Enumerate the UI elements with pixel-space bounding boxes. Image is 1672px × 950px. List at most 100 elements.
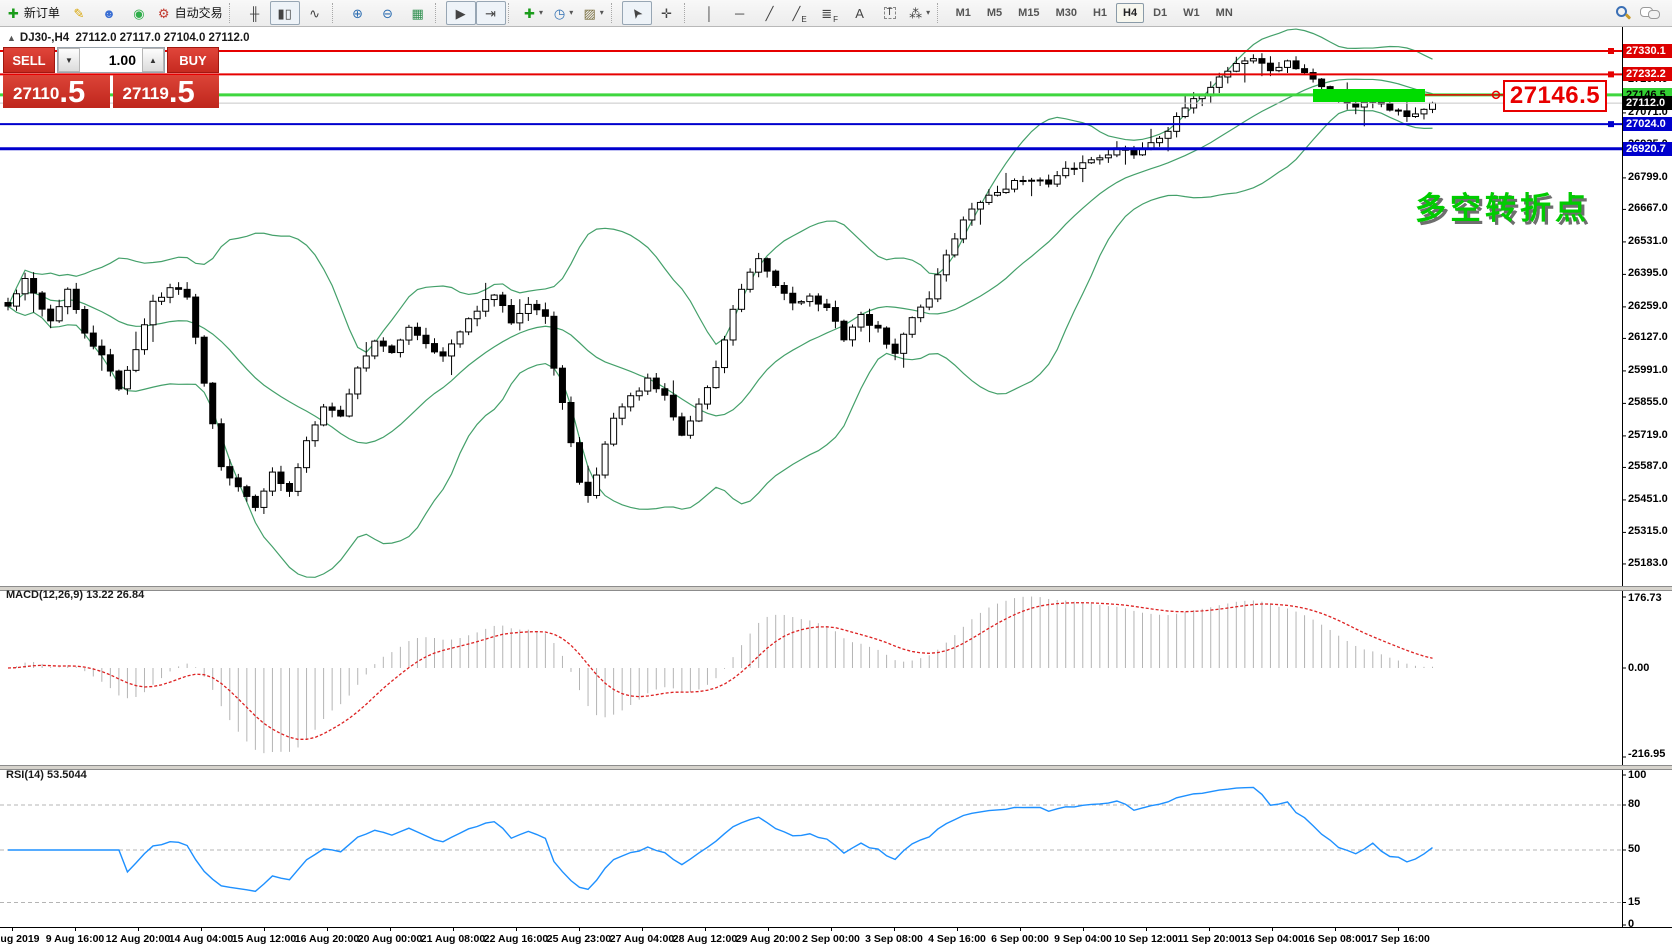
indicators-button[interactable]: ✚▾ — [519, 1, 549, 25]
level-line-marker[interactable] — [1608, 71, 1614, 77]
buy-button[interactable]: BUY — [167, 47, 219, 73]
fibonacci-button[interactable]: ≣F — [815, 1, 845, 25]
time-axis-tick — [1335, 928, 1336, 931]
candle-body — [56, 307, 62, 321]
timeframe-mn-button[interactable]: MN — [1209, 3, 1240, 23]
time-axis-label: 11 Sep 20:00 — [1177, 933, 1240, 945]
arrows-button[interactable]: ⁂▾ — [905, 1, 935, 25]
news-button[interactable]: ◉ — [124, 1, 154, 25]
candle-body — [414, 327, 420, 335]
pane-separator-rsi[interactable] — [0, 765, 1672, 770]
chart-canvas[interactable] — [0, 0, 1672, 950]
volume-stepper: ▼ 1.00 ▲ — [57, 47, 165, 73]
time-axis[interactable]: 8 Aug 20199 Aug 16:0012 Aug 20:0014 Aug … — [0, 927, 1672, 950]
candle-body — [798, 302, 804, 303]
periods-button[interactable]: ◷▾ — [549, 1, 579, 25]
arrows-icon: ⁂ — [909, 7, 922, 20]
volume-increase-button[interactable]: ▲ — [142, 48, 164, 72]
text-button[interactable]: A — [845, 1, 875, 25]
candle-body — [517, 313, 523, 322]
sell-price-panel[interactable]: 27110.5 — [3, 75, 110, 108]
vertical-line-button[interactable]: │ — [695, 1, 725, 25]
new-order-label: 新订单 — [24, 7, 60, 19]
candle-body — [534, 304, 540, 309]
equidistant-channel-button[interactable]: ╱E — [785, 1, 815, 25]
profile-button[interactable]: ☻ — [94, 1, 124, 25]
auto-scroll-button[interactable]: ▶ — [446, 1, 476, 25]
volume-value[interactable]: 1.00 — [80, 48, 142, 72]
sell-button[interactable]: SELL — [3, 47, 55, 73]
bollinger-band-line — [8, 79, 1433, 443]
candle-body — [338, 410, 344, 416]
candle-body — [841, 321, 847, 340]
styles-button[interactable]: ✎ — [64, 1, 94, 25]
search-icon[interactable] — [1614, 5, 1630, 21]
indicators-dropdown-arrow[interactable]: ▾ — [539, 9, 543, 17]
cursor-button[interactable]: ➤ — [622, 1, 652, 25]
price-level-badge: 27232.2 — [1623, 67, 1672, 81]
periods-icon: ◷ — [554, 7, 565, 20]
indicators-icon: ✚ — [524, 7, 535, 20]
candle-body — [1293, 61, 1299, 69]
vertical-line-icon: │ — [706, 7, 714, 20]
chart-shift-button[interactable]: ⇥ — [476, 1, 506, 25]
zoom-in-button[interactable]: ⊕ — [343, 1, 373, 25]
candle-body — [525, 304, 531, 313]
rsi-axis-label: 50 — [1628, 843, 1640, 855]
timeframe-h4-button[interactable]: H4 — [1116, 3, 1144, 23]
crosshair-button[interactable]: ✛ — [652, 1, 682, 25]
text-icon: A — [855, 7, 864, 20]
templates-dropdown-arrow[interactable]: ▾ — [600, 9, 604, 17]
time-axis-tick — [201, 928, 202, 931]
zoom-in-icon: ⊕ — [352, 7, 363, 20]
pane-separator-macd[interactable] — [0, 586, 1672, 591]
candle-body — [124, 370, 130, 389]
horizontal-line-button[interactable]: ─ — [725, 1, 755, 25]
price-axis-tick-label: 26531.0 — [1628, 235, 1668, 247]
candlestick-chart-button[interactable]: ▮▯ — [270, 1, 300, 25]
price-axis-tick-label: 25183.0 — [1628, 557, 1668, 569]
time-axis-tick — [327, 928, 328, 931]
line-chart-button[interactable]: ∿ — [300, 1, 330, 25]
bar-chart-button[interactable]: ╫ — [240, 1, 270, 25]
new-order-button[interactable]: ✚新订单 — [4, 1, 64, 25]
trendline-button[interactable]: ╱ — [755, 1, 785, 25]
candle-body — [1319, 79, 1325, 87]
candle-body — [960, 220, 966, 239]
level-line-marker[interactable] — [1608, 121, 1614, 127]
timeframe-m5-button[interactable]: M5 — [980, 3, 1009, 23]
zoom-out-button[interactable]: ⊖ — [373, 1, 403, 25]
candle-body — [235, 478, 241, 487]
buy-price-panel[interactable]: 27119.5 — [113, 75, 220, 108]
candle-body — [466, 319, 472, 332]
collapse-arrow-icon[interactable]: ▲ — [7, 33, 16, 43]
candle-body — [304, 441, 310, 468]
time-axis-tick — [390, 928, 391, 931]
level-line-marker[interactable] — [1608, 48, 1614, 54]
tile-windows-button[interactable]: ▦ — [403, 1, 433, 25]
autotrading-button[interactable]: ⚙自动交易 — [154, 1, 227, 25]
templates-button[interactable]: ▨▾ — [579, 1, 609, 25]
candle-body — [483, 300, 489, 312]
price-axis-tick-label: 25855.0 — [1628, 396, 1668, 408]
candle-body — [355, 368, 361, 394]
candle-body — [918, 307, 924, 318]
timeframe-m1-button[interactable]: M1 — [949, 3, 978, 23]
candle-body — [372, 341, 378, 356]
candle-body — [116, 371, 122, 389]
candlestick-chart-icon: ▮▯ — [277, 7, 291, 20]
community-chat-icon[interactable] — [1640, 5, 1660, 21]
time-axis-label: 16 Sep 08:00 — [1303, 933, 1367, 945]
text-label-button[interactable]: T — [875, 1, 905, 25]
timeframe-d1-button[interactable]: D1 — [1146, 3, 1174, 23]
highlight-rectangle[interactable] — [1313, 89, 1425, 102]
timeframe-m30-button[interactable]: M30 — [1049, 3, 1084, 23]
candle-body — [440, 352, 446, 356]
periods-dropdown-arrow[interactable]: ▾ — [569, 9, 573, 17]
timeframe-m15-button[interactable]: M15 — [1011, 3, 1046, 23]
timeframe-h1-button[interactable]: H1 — [1086, 3, 1114, 23]
volume-decrease-button[interactable]: ▼ — [58, 48, 80, 72]
candle-body — [82, 310, 88, 334]
arrows-dropdown-arrow[interactable]: ▾ — [926, 9, 930, 17]
timeframe-w1-button[interactable]: W1 — [1176, 3, 1207, 23]
